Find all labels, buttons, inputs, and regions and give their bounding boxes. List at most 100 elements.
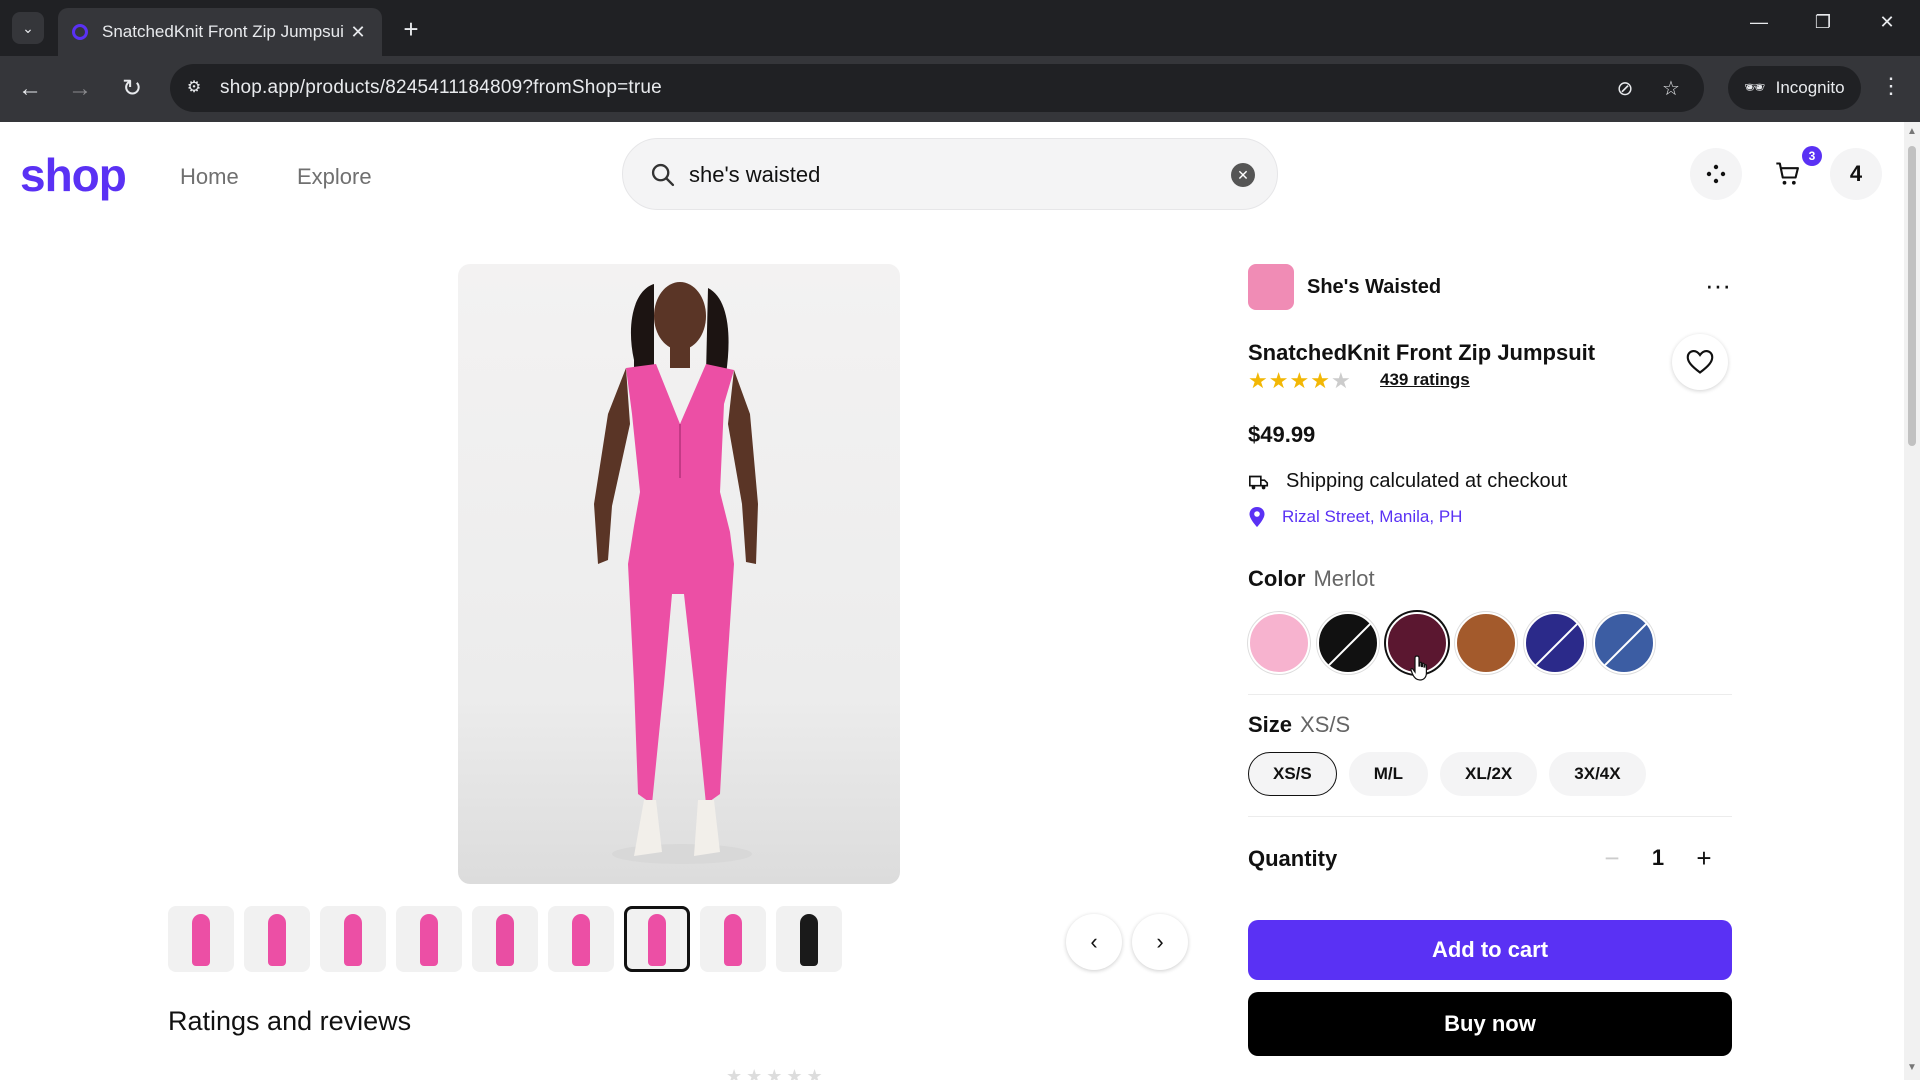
- scroll-up-icon[interactable]: ▲: [1907, 126, 1917, 137]
- ratings-link[interactable]: 439 ratings: [1380, 370, 1470, 390]
- sparkle-button[interactable]: [1690, 148, 1742, 200]
- page: shop Home Explore ✕ 3 4: [0, 122, 1904, 1080]
- url-text[interactable]: shop.app/products/8245411184809?fromShop…: [220, 77, 662, 99]
- back-icon[interactable]: ←: [14, 73, 46, 105]
- close-tab-icon[interactable]: ✕: [348, 22, 368, 43]
- shipping-row: Shipping calculated at checkout: [1248, 470, 1567, 493]
- sold-out-slash-icon: [1323, 619, 1375, 671]
- size-option[interactable]: M/L: [1348, 752, 1429, 796]
- add-to-cart-button[interactable]: Add to cart: [1248, 920, 1732, 980]
- quantity-label: Quantity: [1248, 846, 1338, 871]
- thumbnail-figure: [268, 914, 286, 966]
- quantity-stepper: − 1 +: [1592, 834, 1732, 882]
- search-input[interactable]: [689, 157, 1189, 193]
- heart-icon: [1686, 349, 1714, 374]
- color-swatch[interactable]: [1593, 612, 1655, 674]
- color-swatches: [1248, 612, 1655, 674]
- thumbnail-figure: [648, 914, 666, 966]
- rating-stars: ★★★★★: [1248, 368, 1352, 394]
- thumbnail[interactable]: [624, 906, 690, 972]
- quantity-increase-icon[interactable]: +: [1684, 843, 1724, 874]
- buy-now-button[interactable]: Buy now: [1248, 992, 1732, 1056]
- shop-logo[interactable]: shop: [20, 148, 127, 202]
- bookmark-star-icon[interactable]: ☆: [1658, 76, 1684, 102]
- scrollbar-thumb[interactable]: [1908, 146, 1916, 446]
- location-pin-icon: [1249, 507, 1265, 527]
- size-option[interactable]: XL/2X: [1440, 752, 1538, 796]
- thumbnail-figure: [344, 914, 362, 966]
- shop-avatar[interactable]: [1248, 264, 1294, 310]
- star-icon: ★: [1289, 368, 1311, 393]
- color-label: Color: [1248, 566, 1306, 591]
- thumbnail-figure: [496, 914, 514, 966]
- color-value: Merlot: [1313, 566, 1375, 591]
- thumbnail[interactable]: [548, 906, 614, 972]
- page-scrollbar[interactable]: ▲ ▼: [1904, 122, 1920, 1080]
- thumbnail[interactable]: [244, 906, 310, 972]
- reload-icon[interactable]: ↻: [116, 73, 148, 105]
- star-icon: ★: [1268, 368, 1290, 393]
- thumbnail-figure: [572, 914, 590, 966]
- restore-icon[interactable]: ❐: [1808, 12, 1838, 33]
- star-icon: ★: [1248, 368, 1269, 393]
- eye-off-icon[interactable]: ⊘: [1612, 76, 1638, 102]
- location-text[interactable]: Rizal Street, Manila, PH: [1282, 507, 1462, 527]
- incognito-label: Incognito: [1775, 78, 1845, 97]
- scroll-down-icon[interactable]: ▼: [1907, 1062, 1917, 1073]
- incognito-icon: 🕶: [1744, 78, 1766, 97]
- tab-search-button[interactable]: ⌄: [12, 12, 44, 44]
- search-bar[interactable]: ✕: [622, 138, 1278, 210]
- chevron-left-icon: ‹: [1090, 929, 1098, 954]
- size-option[interactable]: XS/S: [1248, 752, 1337, 796]
- incognito-indicator[interactable]: 🕶 Incognito: [1728, 66, 1861, 110]
- star-icon: ★: [1330, 368, 1352, 393]
- thumbnail[interactable]: [320, 906, 386, 972]
- gallery-prev-button[interactable]: ‹: [1066, 914, 1122, 970]
- color-swatch[interactable]: [1248, 612, 1310, 674]
- quantity-decrease-icon[interactable]: −: [1592, 843, 1632, 874]
- shipping-text: Shipping calculated at checkout: [1286, 470, 1568, 492]
- thumbnail-figure: [800, 914, 818, 966]
- color-swatch[interactable]: [1317, 612, 1379, 674]
- browser-tabbar: ⌄ SnatchedKnit Front Zip Jumpsui ✕ + — ❐…: [0, 0, 1920, 56]
- browser-menu-icon[interactable]: ⋮: [1876, 73, 1906, 99]
- account-avatar[interactable]: 4: [1830, 148, 1882, 200]
- forward-icon[interactable]: →: [64, 73, 96, 105]
- product-main-image[interactable]: [458, 264, 900, 884]
- gallery-next-button[interactable]: ›: [1132, 914, 1188, 970]
- thumbnail[interactable]: [776, 906, 842, 972]
- reviews-stars-icon: ★★★★★: [726, 1066, 827, 1080]
- thumbnail-figure: [724, 914, 742, 966]
- more-options-icon[interactable]: ···: [1700, 270, 1736, 301]
- quantity-value[interactable]: 1: [1632, 845, 1684, 871]
- new-tab-button[interactable]: +: [396, 14, 426, 45]
- size-options: XS/S M/L XL/2X 3X/4X: [1248, 752, 1646, 796]
- chevron-right-icon: ›: [1156, 929, 1164, 954]
- model-photo: [594, 282, 758, 864]
- nav-explore[interactable]: Explore: [297, 164, 372, 190]
- thumbnail[interactable]: [472, 906, 538, 972]
- browser-toolbar: ← → ↻ ⚙ shop.app/products/8245411184809?…: [0, 56, 1920, 122]
- thumbnail[interactable]: [396, 906, 462, 972]
- location-row[interactable]: Rizal Street, Manila, PH: [1248, 506, 1462, 528]
- cart-icon: [1776, 162, 1799, 185]
- site-info-icon[interactable]: ⚙: [182, 76, 206, 100]
- browser-tab[interactable]: SnatchedKnit Front Zip Jumpsui ✕: [58, 8, 382, 56]
- tab-title: SnatchedKnit Front Zip Jumpsui: [102, 22, 344, 41]
- size-label: Size: [1248, 712, 1293, 737]
- thumbnail[interactable]: [700, 906, 766, 972]
- address-bar[interactable]: ⚙ shop.app/products/8245411184809?fromSh…: [170, 64, 1704, 112]
- color-swatch[interactable]: [1524, 612, 1586, 674]
- reviews-heading: Ratings and reviews: [168, 1006, 412, 1036]
- color-swatch[interactable]: [1455, 612, 1517, 674]
- size-option[interactable]: 3X/4X: [1549, 752, 1646, 796]
- shop-name[interactable]: She's Waisted: [1307, 276, 1441, 299]
- clear-search-icon[interactable]: ✕: [1231, 163, 1255, 187]
- favorite-button[interactable]: [1672, 334, 1728, 390]
- nav-home[interactable]: Home: [180, 164, 239, 190]
- close-window-icon[interactable]: ✕: [1872, 12, 1902, 33]
- thumbnail-strip: [168, 906, 842, 972]
- thumbnail[interactable]: [168, 906, 234, 972]
- search-icon: [651, 163, 675, 187]
- minimize-icon[interactable]: —: [1744, 12, 1774, 33]
